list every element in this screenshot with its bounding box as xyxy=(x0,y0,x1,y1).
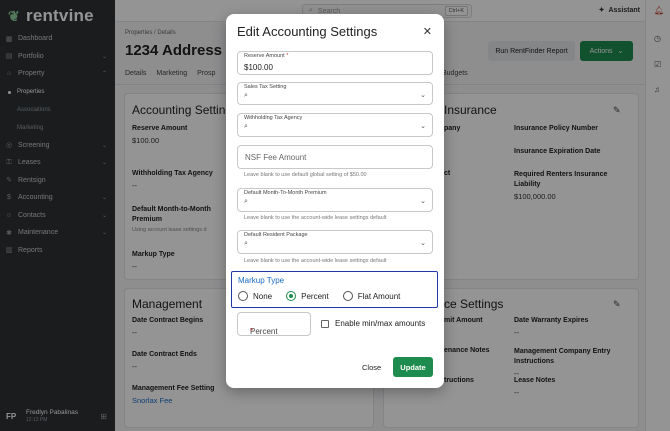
search-icon: ⌕ xyxy=(244,198,248,205)
percent-field[interactable]: Percent * xyxy=(237,312,311,336)
reserve-amount-field[interactable]: Reserve Amount * $100.00 xyxy=(237,51,433,75)
month-to-month-premium-select[interactable]: Default Month-To-Month Premium ⌕ ⌄ xyxy=(237,188,433,212)
enable-min-max-checkbox[interactable]: Enable min/max amounts xyxy=(321,319,425,328)
radio-label: Flat Amount xyxy=(357,291,401,301)
radio-circle[interactable] xyxy=(238,291,248,301)
edit-accounting-settings-dialog: Edit Accounting Settings ✕ Reserve Amoun… xyxy=(226,14,444,388)
reserve-label-text: Reserve Amount xyxy=(244,53,285,59)
field-label: Sales Tax Setting xyxy=(244,84,287,90)
field-hint: Leave blank to use the account-wide leas… xyxy=(244,258,387,264)
nsf-fee-placeholder: NSF Fee Amount xyxy=(245,153,307,162)
field-hint: Leave blank to use default global settin… xyxy=(244,172,367,178)
search-icon: ⌕ xyxy=(244,123,248,130)
reserve-amount-value: $100.00 xyxy=(244,63,273,72)
chevron-down-icon: ⌄ xyxy=(420,123,426,130)
checkbox-label: Enable min/max amounts xyxy=(335,319,426,328)
markup-type-title: Markup Type xyxy=(238,276,285,285)
radio-circle[interactable] xyxy=(342,291,353,301)
markup-type-options: None Percent Flat Amount xyxy=(238,291,414,301)
field-label: Withholding Tax Agency xyxy=(244,115,303,121)
field-hint: Leave blank to use the account-wide leas… xyxy=(244,215,387,221)
field-label: Default Month-To-Month Premium xyxy=(244,190,327,196)
search-icon: ⌕ xyxy=(244,92,248,99)
chevron-down-icon: ⌄ xyxy=(420,92,426,99)
withholding-tax-agency-select[interactable]: Withholding Tax Agency ⌕ ⌄ xyxy=(237,113,433,137)
field-label: Default Resident Package xyxy=(244,232,308,238)
close-button[interactable]: Close xyxy=(362,363,381,372)
radio-flat-amount[interactable]: Flat Amount xyxy=(342,291,401,301)
search-icon: ⌕ xyxy=(244,240,248,247)
field-label: Reserve Amount * xyxy=(244,53,289,59)
resident-package-select[interactable]: Default Resident Package ⌕ ⌄ xyxy=(237,230,433,254)
update-button[interactable]: Update xyxy=(393,357,433,377)
dialog-title: Edit Accounting Settings xyxy=(237,24,378,39)
radio-circle-selected[interactable] xyxy=(286,291,297,301)
checkbox-box[interactable] xyxy=(321,319,329,328)
chevron-down-icon: ⌄ xyxy=(420,198,426,205)
radio-none[interactable]: None xyxy=(238,291,272,301)
percent-placeholder-text: Percent xyxy=(250,327,278,336)
markup-type-group: Markup Type None Percent Flat Amount xyxy=(231,271,438,308)
sales-tax-setting-select[interactable]: Sales Tax Setting ⌕ ⌄ xyxy=(237,82,433,105)
nsf-fee-amount-field[interactable]: NSF Fee Amount xyxy=(237,145,433,169)
radio-percent[interactable]: Percent xyxy=(286,291,329,301)
radio-label: None xyxy=(253,291,273,301)
radio-label: Percent xyxy=(301,291,329,301)
close-icon[interactable]: ✕ xyxy=(423,25,432,38)
chevron-down-icon: ⌄ xyxy=(420,240,426,247)
